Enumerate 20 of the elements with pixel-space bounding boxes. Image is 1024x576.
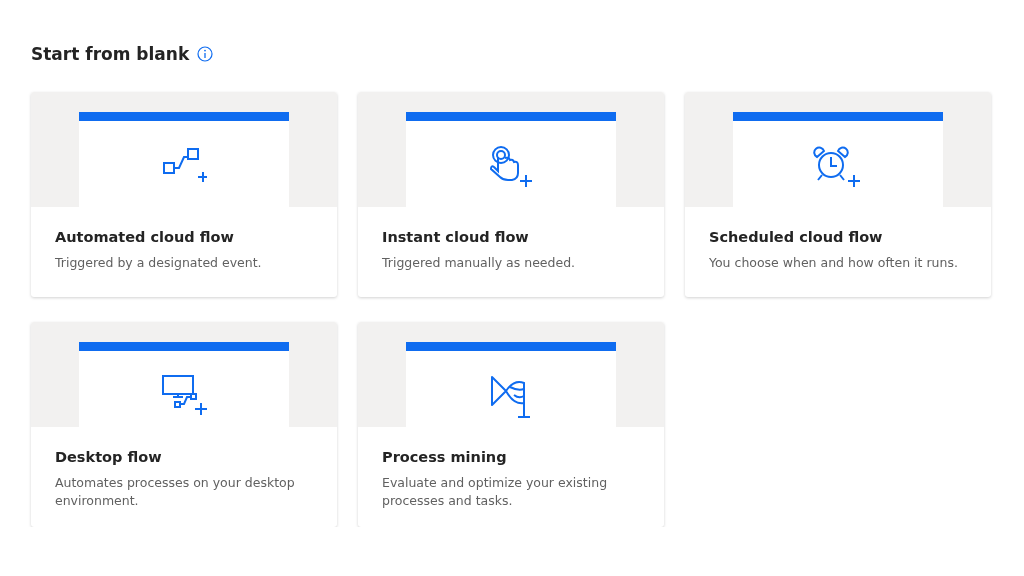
card-description: Triggered by a designated event. xyxy=(55,254,263,272)
card-title: Scheduled cloud flow xyxy=(709,229,884,245)
flow-card[interactable]: Automated cloud flow Triggered by a designated event. xyxy=(31,92,337,297)
touch-hand-icon xyxy=(488,145,534,189)
desktop-flow-icon xyxy=(161,373,207,415)
card-title: Desktop flow xyxy=(55,449,163,465)
info-icon[interactable] xyxy=(197,46,214,62)
card-description: Evaluate and optimize your existing processes and tasks. xyxy=(382,474,609,510)
section-title: Start from blank xyxy=(31,44,190,64)
card-description: You choose when and how often it runs. xyxy=(709,254,959,272)
flow-card[interactable]: Scheduled cloud flow You choose when and how often it runs. xyxy=(685,92,991,297)
alarm-clock-icon xyxy=(813,145,863,189)
card-title: Instant cloud flow xyxy=(382,229,530,245)
flow-card[interactable]: Process mining Evaluate and optimize your existing processes and tasks. xyxy=(358,322,664,527)
card-title: Automated cloud flow xyxy=(55,229,235,245)
card-description: Triggered manually as needed. xyxy=(382,254,577,272)
flow-card[interactable]: Instant cloud flow Triggered manually as needed. xyxy=(358,92,664,297)
card-title: Process mining xyxy=(382,449,508,465)
card-description: Automates processes on your desktop environment. xyxy=(55,474,296,510)
flow-card[interactable]: Desktop flow Automates processes on your desktop environment. xyxy=(31,322,337,527)
